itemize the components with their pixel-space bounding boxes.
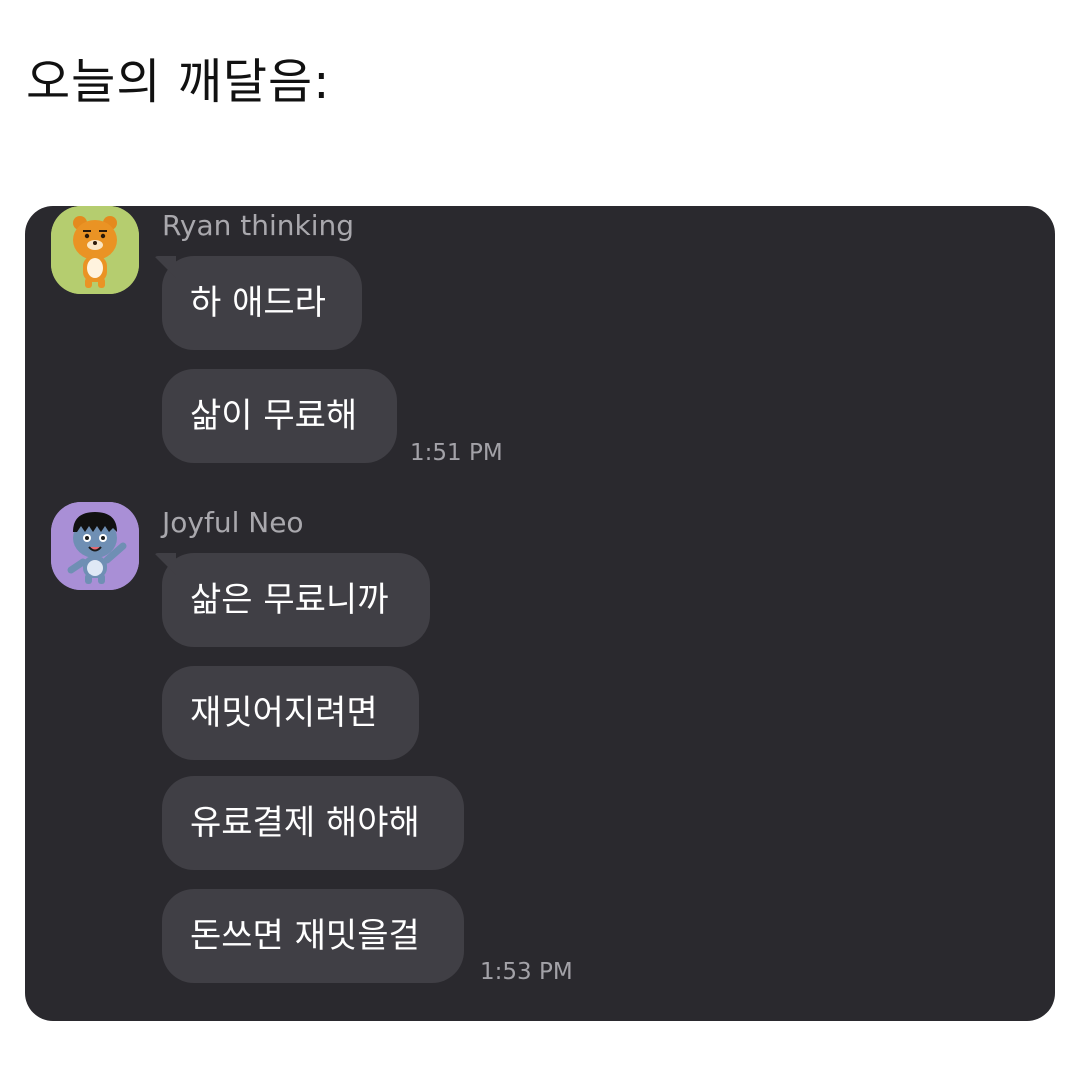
message-bubble[interactable]: 삶은 무료니까	[162, 553, 430, 647]
message-bubble[interactable]: 유료결제 해야해	[162, 776, 464, 870]
chat-screenshot: Ryan thinking 하 애드라 삶이 무료해 1:51 PM Joyfu…	[25, 206, 1055, 1021]
avatar-neo[interactable]	[51, 502, 139, 590]
avatar-ryan[interactable]	[51, 206, 139, 294]
sender-name: Ryan thinking	[162, 209, 355, 242]
message-bubble[interactable]: 돈쓰면 재밋을걸	[162, 889, 464, 983]
sender-name: Joyful Neo	[162, 506, 304, 539]
post-caption: 오늘의 깨달음:	[26, 54, 331, 110]
message-bubble[interactable]: 삶이 무료해	[162, 369, 397, 463]
message-bubble[interactable]: 하 애드라	[162, 256, 362, 350]
message-bubble[interactable]: 재밋어지려면	[162, 666, 419, 760]
message-timestamp: 1:51 PM	[410, 440, 503, 466]
neo-character-icon	[51, 502, 139, 590]
message-timestamp: 1:53 PM	[480, 959, 573, 985]
ryan-character-icon	[51, 206, 139, 294]
